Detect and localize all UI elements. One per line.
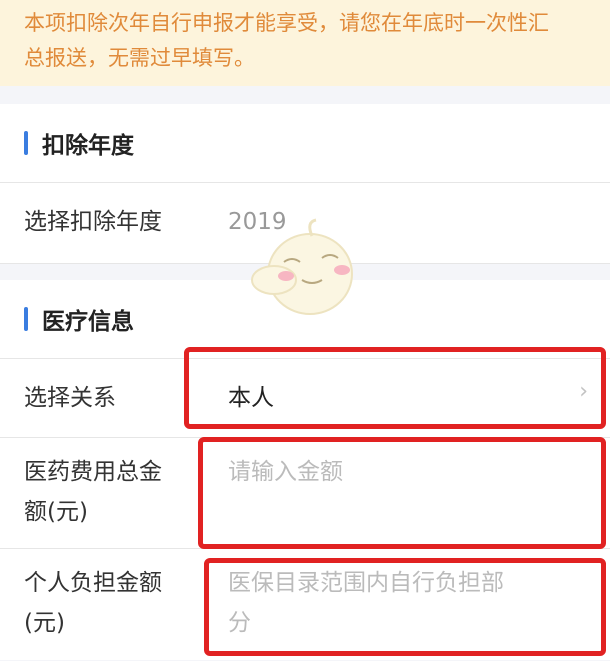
section-title: 医疗信息 [42,309,134,335]
personal-amount-input[interactable]: 医保目录范围内自行负担部 分 [228,563,504,643]
deduction-year-label: 选择扣除年度 [24,209,162,235]
personal-amount-label-line-2: (元) [24,610,65,636]
relation-label: 选择关系 [24,385,116,411]
personal-amount-placeholder-line-2: 分 [228,610,251,636]
total-amount-label-line-1: 医药费用总金 [24,459,162,485]
total-amount-placeholder: 请输入金额 [228,459,343,485]
chevron-right-icon[interactable]: › [579,379,588,404]
personal-amount-row: 个人负担金额 (元) 医保目录范围内自行负担部 分 [0,549,610,661]
notice-line-1: 本项扣除次年自行申报才能享受，请您在年底时一次性汇 [24,11,549,35]
mascot-sticker [251,218,353,315]
total-amount-label-line-2: 额(元) [24,499,88,525]
personal-amount-placeholder-line-1: 医保目录范围内自行负担部 [228,570,504,596]
total-amount-input[interactable]: 请输入金额 [228,452,343,492]
relation-row[interactable]: 选择关系 本人 › [0,359,610,438]
relation-value: 本人 [228,385,274,411]
notice-banner: 本项扣除次年自行申报才能享受，请您在年底时一次性汇 总报送，无需过早填写。 [0,0,610,86]
section-accent-bar [24,307,28,331]
total-amount-row: 医药费用总金 额(元) 请输入金额 [0,438,610,549]
notice-line-2: 总报送，无需过早填写。 [24,46,255,70]
medical-info-section: 医疗信息 选择关系 本人 › 医药费用总金 额(元) 请输入金额 个人负担金额 … [0,280,610,660]
total-amount-label: 医药费用总金 额(元) [24,452,162,532]
section-accent-bar [24,131,28,155]
personal-amount-label-line-1: 个人负担金额 [24,570,162,596]
personal-amount-label: 个人负担金额 (元) [24,563,162,643]
section-header-deduction-year: 扣除年度 [0,104,610,183]
section-title: 扣除年度 [42,133,134,159]
